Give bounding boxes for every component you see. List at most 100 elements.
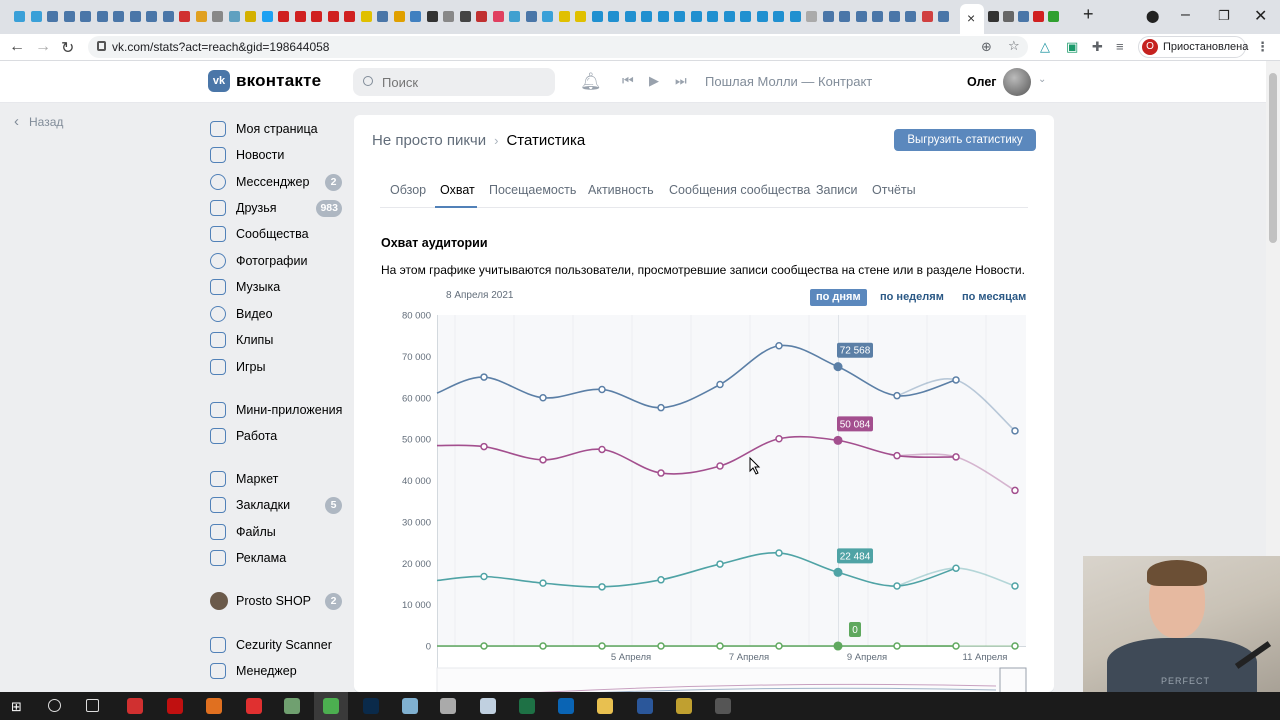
pinned-tab-favicon[interactable] xyxy=(344,11,355,22)
pinned-tab-favicon[interactable] xyxy=(938,11,949,22)
pinned-tab-favicon[interactable] xyxy=(723,11,735,22)
pinned-tab-favicon[interactable] xyxy=(63,11,75,22)
sidebar-item[interactable]: Реклама xyxy=(208,547,348,571)
browser-tab-favicon[interactable] xyxy=(1018,11,1029,22)
pinned-tab-favicon[interactable] xyxy=(888,11,900,22)
back-arrow-icon[interactable]: ← xyxy=(9,38,25,56)
pinned-tab-favicon[interactable] xyxy=(377,11,388,22)
pinned-tab-favicon[interactable] xyxy=(410,11,421,22)
app-icon[interactable] xyxy=(676,698,692,714)
sidebar-item[interactable]: Работа xyxy=(208,425,348,449)
outlook-icon[interactable] xyxy=(558,698,574,714)
sidebar-item[interactable]: Видео xyxy=(208,303,348,327)
reload-icon[interactable]: ↻ xyxy=(61,38,74,58)
pinned-tab-favicon[interactable] xyxy=(311,11,322,22)
pinned-tab-favicon[interactable] xyxy=(641,11,652,22)
window-close-icon[interactable]: ✕ xyxy=(1254,6,1267,26)
pinned-tab-favicon[interactable] xyxy=(509,11,520,22)
pinned-tab-favicon[interactable] xyxy=(575,11,586,22)
forward-arrow-icon[interactable]: → xyxy=(35,38,51,56)
pinned-tab-favicon[interactable] xyxy=(212,11,223,22)
browser-menu-icon[interactable]: ⋮ xyxy=(1256,39,1269,55)
app-icon[interactable] xyxy=(284,698,300,714)
pinned-tab-favicon[interactable] xyxy=(492,11,504,22)
play-icon[interactable]: ▶︎ xyxy=(649,73,659,89)
pinned-tab-favicon[interactable] xyxy=(855,11,867,22)
pinned-tab-favicon[interactable] xyxy=(674,11,685,22)
sidebar-item[interactable]: Новости xyxy=(208,144,348,168)
new-tab-button[interactable]: + xyxy=(1083,4,1094,25)
firefox-icon[interactable] xyxy=(206,698,222,714)
sidebar-item[interactable]: Друзья 983 xyxy=(208,197,348,221)
pinned-tab-favicon[interactable] xyxy=(30,11,42,22)
chrome-icon[interactable] xyxy=(323,698,339,714)
pinned-tab-favicon[interactable] xyxy=(245,11,256,22)
profile-button[interactable]: О Приостановлена xyxy=(1138,36,1248,58)
minimize-icon[interactable]: – xyxy=(1181,6,1190,24)
pinned-tab-favicon[interactable] xyxy=(113,11,124,22)
app-icon[interactable] xyxy=(480,698,496,714)
back-link[interactable]: ‹ Назад xyxy=(14,113,63,130)
bell-icon[interactable]: 🔔︎ xyxy=(580,72,602,92)
sidebar-item[interactable]: Prosto SHOP 2 xyxy=(208,590,348,614)
avatar[interactable] xyxy=(1003,68,1031,96)
pinned-tab-favicon[interactable] xyxy=(179,11,190,22)
pinned-tab-favicon[interactable] xyxy=(195,11,207,22)
pinned-tab-favicon[interactable] xyxy=(707,11,718,22)
pinned-tab-favicon[interactable] xyxy=(525,11,537,22)
excel-icon[interactable] xyxy=(519,698,535,714)
yandex-icon[interactable] xyxy=(127,698,143,714)
bookmark-star-icon[interactable]: ☆ xyxy=(1008,38,1020,54)
now-playing[interactable]: Пошлая Молли — Контракт xyxy=(705,74,872,89)
pinned-tab-favicon[interactable] xyxy=(96,11,108,22)
maximize-icon[interactable]: ❐ xyxy=(1218,8,1230,24)
sidebar-item[interactable]: Файлы xyxy=(208,521,348,545)
pinned-tab-favicon[interactable] xyxy=(129,11,141,22)
task-view-icon[interactable] xyxy=(86,699,99,712)
prev-track-icon[interactable]: ⏮︎ xyxy=(622,73,634,89)
sidebar-item[interactable]: Маркет xyxy=(208,468,348,492)
browser-tab-favicon[interactable] xyxy=(1003,11,1014,22)
sidebar-item[interactable]: Сообщества xyxy=(208,223,348,247)
pinned-tab-favicon[interactable] xyxy=(146,11,157,22)
extension-icon[interactable]: ▣ xyxy=(1066,39,1078,55)
tab-search-icon[interactable]: ⬤ xyxy=(1146,9,1159,23)
pinned-tab-favicon[interactable] xyxy=(624,11,636,22)
obs-icon[interactable] xyxy=(715,698,731,714)
pinned-tab-favicon[interactable] xyxy=(542,11,553,22)
yandex-browser-icon[interactable] xyxy=(246,698,262,714)
pinned-tab-favicon[interactable] xyxy=(459,11,471,22)
reach-chart[interactable]: 0 10 000 20 000 30 000 40 000 50 000 60 000 70 … xyxy=(354,115,1054,692)
pinned-tab-favicon[interactable] xyxy=(393,11,405,22)
extensions-puzzle-icon[interactable]: ✚ xyxy=(1092,39,1103,55)
chevron-down-icon[interactable]: ⌄ xyxy=(1038,74,1046,85)
app-icon[interactable] xyxy=(440,698,456,714)
sidebar-item[interactable]: Моя страница xyxy=(208,118,348,142)
sidebar-item[interactable]: Фотографии xyxy=(208,250,348,274)
sidebar-item[interactable]: Cezurity Scanner xyxy=(208,634,348,658)
user-name[interactable]: Олег xyxy=(967,75,997,89)
pinned-tab-favicon[interactable] xyxy=(806,11,817,22)
pinned-tab-favicon[interactable] xyxy=(905,11,916,22)
browser-tab-favicon[interactable] xyxy=(1033,11,1044,22)
pinned-tab-favicon[interactable] xyxy=(839,11,850,22)
pinned-tab-favicon[interactable] xyxy=(740,11,751,22)
pinned-tab-favicon[interactable] xyxy=(278,11,289,22)
pinned-tab-favicon[interactable] xyxy=(47,11,58,22)
pinned-tab-favicon[interactable] xyxy=(872,11,883,22)
windows-start-icon[interactable]: ⊞ xyxy=(11,699,22,715)
pinned-tab-favicon[interactable] xyxy=(443,11,454,22)
extension-icon[interactable]: △ xyxy=(1040,39,1050,55)
pinned-tab-favicon[interactable] xyxy=(476,11,487,22)
pinned-tab-favicon[interactable] xyxy=(228,11,240,22)
vk-logo-text[interactable]: вконтакте xyxy=(236,71,321,91)
pinned-tab-favicon[interactable] xyxy=(162,11,174,22)
pinned-tab-favicon[interactable] xyxy=(756,11,768,22)
pinned-tab-favicon[interactable] xyxy=(80,11,91,22)
pinned-tab-favicon[interactable] xyxy=(773,11,784,22)
search-input[interactable] xyxy=(353,68,555,96)
sidebar-item[interactable]: Мини-приложения xyxy=(208,399,348,423)
pinned-tab-favicon[interactable] xyxy=(690,11,702,22)
pinned-tab-favicon[interactable] xyxy=(789,11,801,22)
explorer-icon[interactable] xyxy=(597,698,613,714)
